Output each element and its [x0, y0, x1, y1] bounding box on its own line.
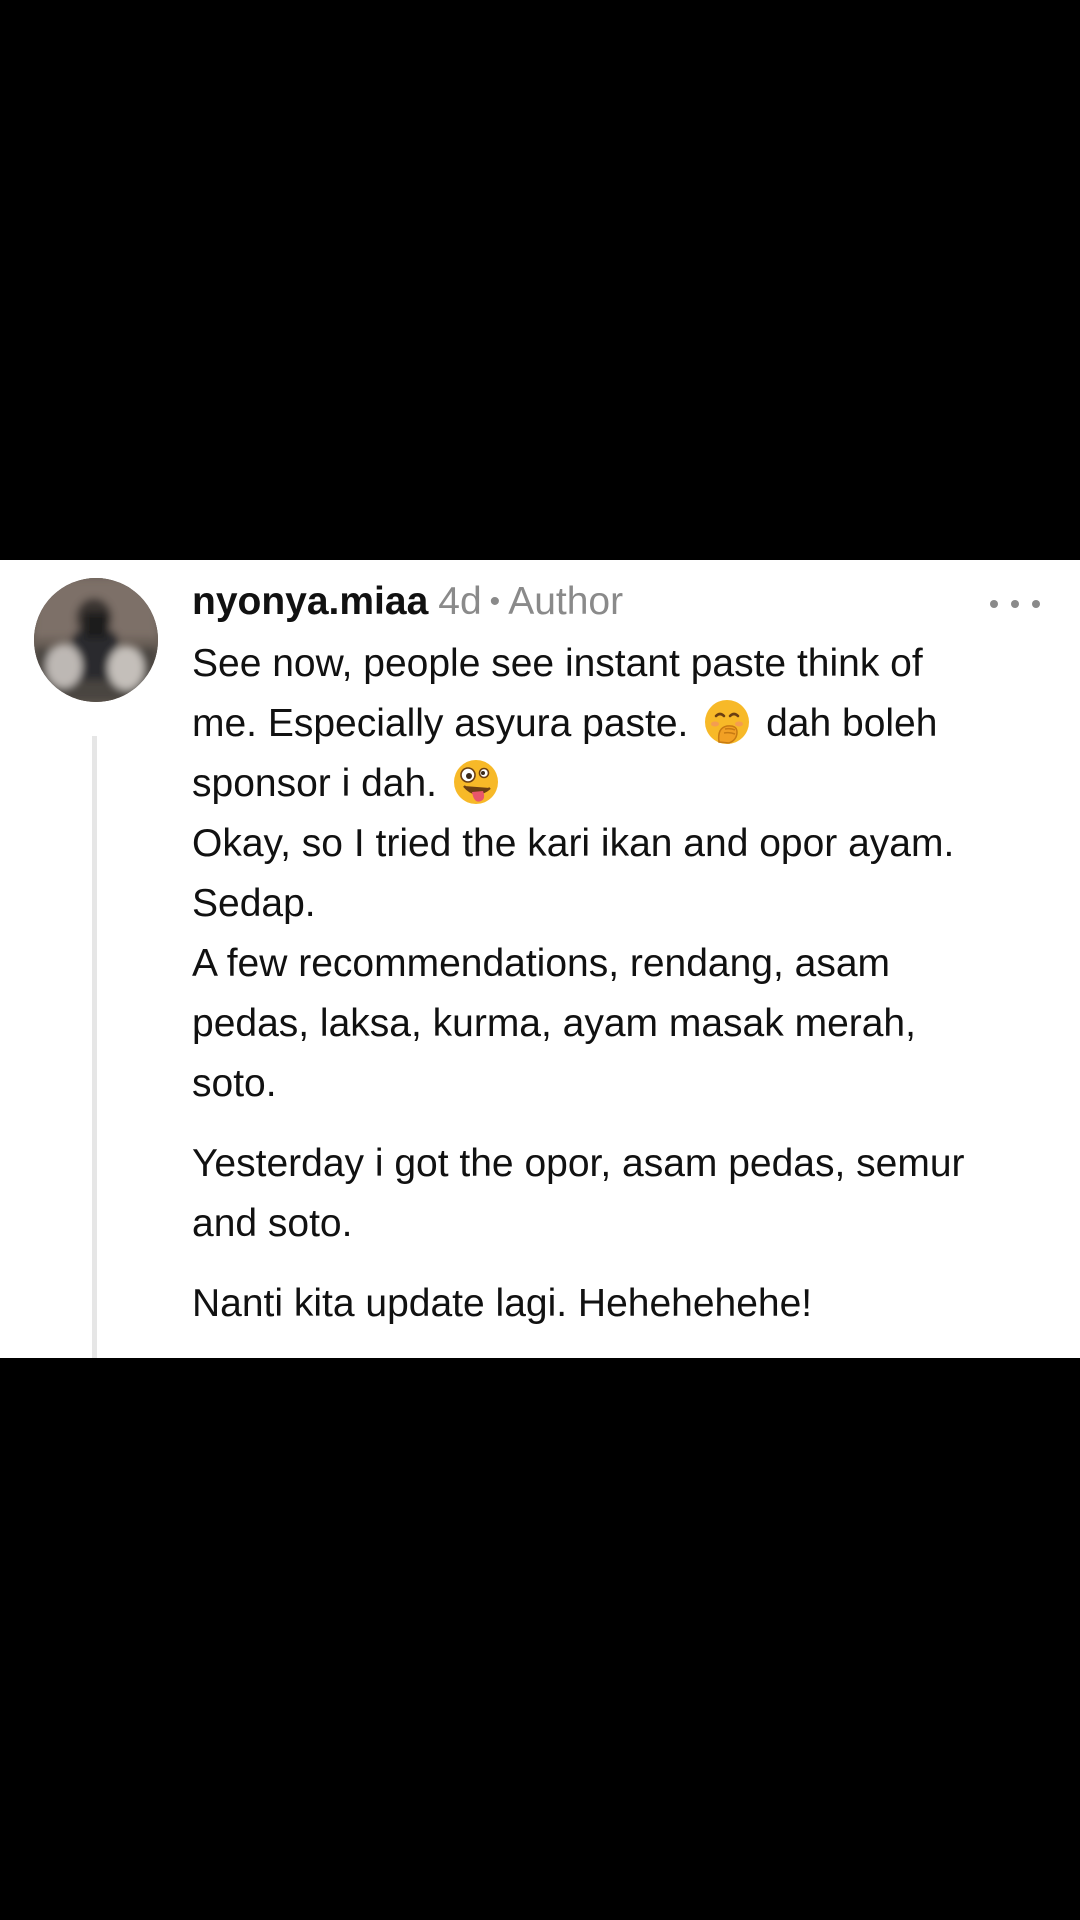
face-with-hand-over-mouth-emoji [705, 700, 750, 744]
comment-line: and soto. [192, 1202, 353, 1245]
comment-text: See now, people see instant paste think … [192, 634, 1032, 1334]
thread-line [92, 736, 97, 1358]
comment-line-text: dah boleh [766, 702, 938, 745]
comment-paragraph: Nanti kita update lagi. Hehehehehe! [192, 1274, 1032, 1334]
comment-line-text: sponsor i dah. [192, 762, 437, 805]
comment-paragraph: Yesterday i got the opor, asam pedas, se… [192, 1134, 1032, 1254]
more-horizontal-icon-dot [1011, 600, 1019, 608]
comment-line: A few recommendations, rendang, asam [192, 942, 891, 985]
comment-line: me. Especially asyura paste. dah boleh [192, 694, 1032, 754]
comment-paragraph: See now, people see instant paste think … [192, 634, 1032, 1114]
comment-body: nyonya.miaa 4d • Author See now, people … [192, 576, 1040, 1334]
avatar[interactable] [34, 578, 158, 702]
author-badge: Author [508, 580, 624, 623]
comment-line: Yesterday i got the opor, asam pedas, se… [192, 1142, 965, 1185]
comment-time: 4d [438, 580, 482, 623]
comment-line: Okay, so I tried the kari ikan and opor … [192, 822, 955, 865]
comment-card: nyonya.miaa 4d • Author See now, people … [0, 560, 1080, 1358]
more-horizontal-icon [990, 600, 998, 608]
username[interactable]: nyonya.miaa [192, 580, 428, 624]
comment-line: sponsor i dah. [192, 754, 1032, 814]
comment-line: soto. [192, 1062, 277, 1105]
comment-line: Sedap. [192, 882, 316, 925]
more-horizontal-icon-dot [1032, 600, 1040, 608]
more-options-button[interactable] [990, 592, 1040, 616]
comment-line: Nanti kita update lagi. Hehehehehe! [192, 1282, 813, 1325]
video-frame: nyonya.miaa 4d • Author See now, people … [0, 0, 1080, 1920]
comment-line: See now, people see instant paste think … [192, 642, 923, 685]
comment-meta: nyonya.miaa 4d • Author [192, 576, 1032, 628]
meta-separator: • [489, 585, 501, 618]
zany-face-emoji [453, 760, 498, 804]
comment-line-text: me. Especially asyura paste. [192, 702, 689, 745]
comment-line: pedas, laksa, kurma, ayam masak merah, [192, 1002, 916, 1045]
